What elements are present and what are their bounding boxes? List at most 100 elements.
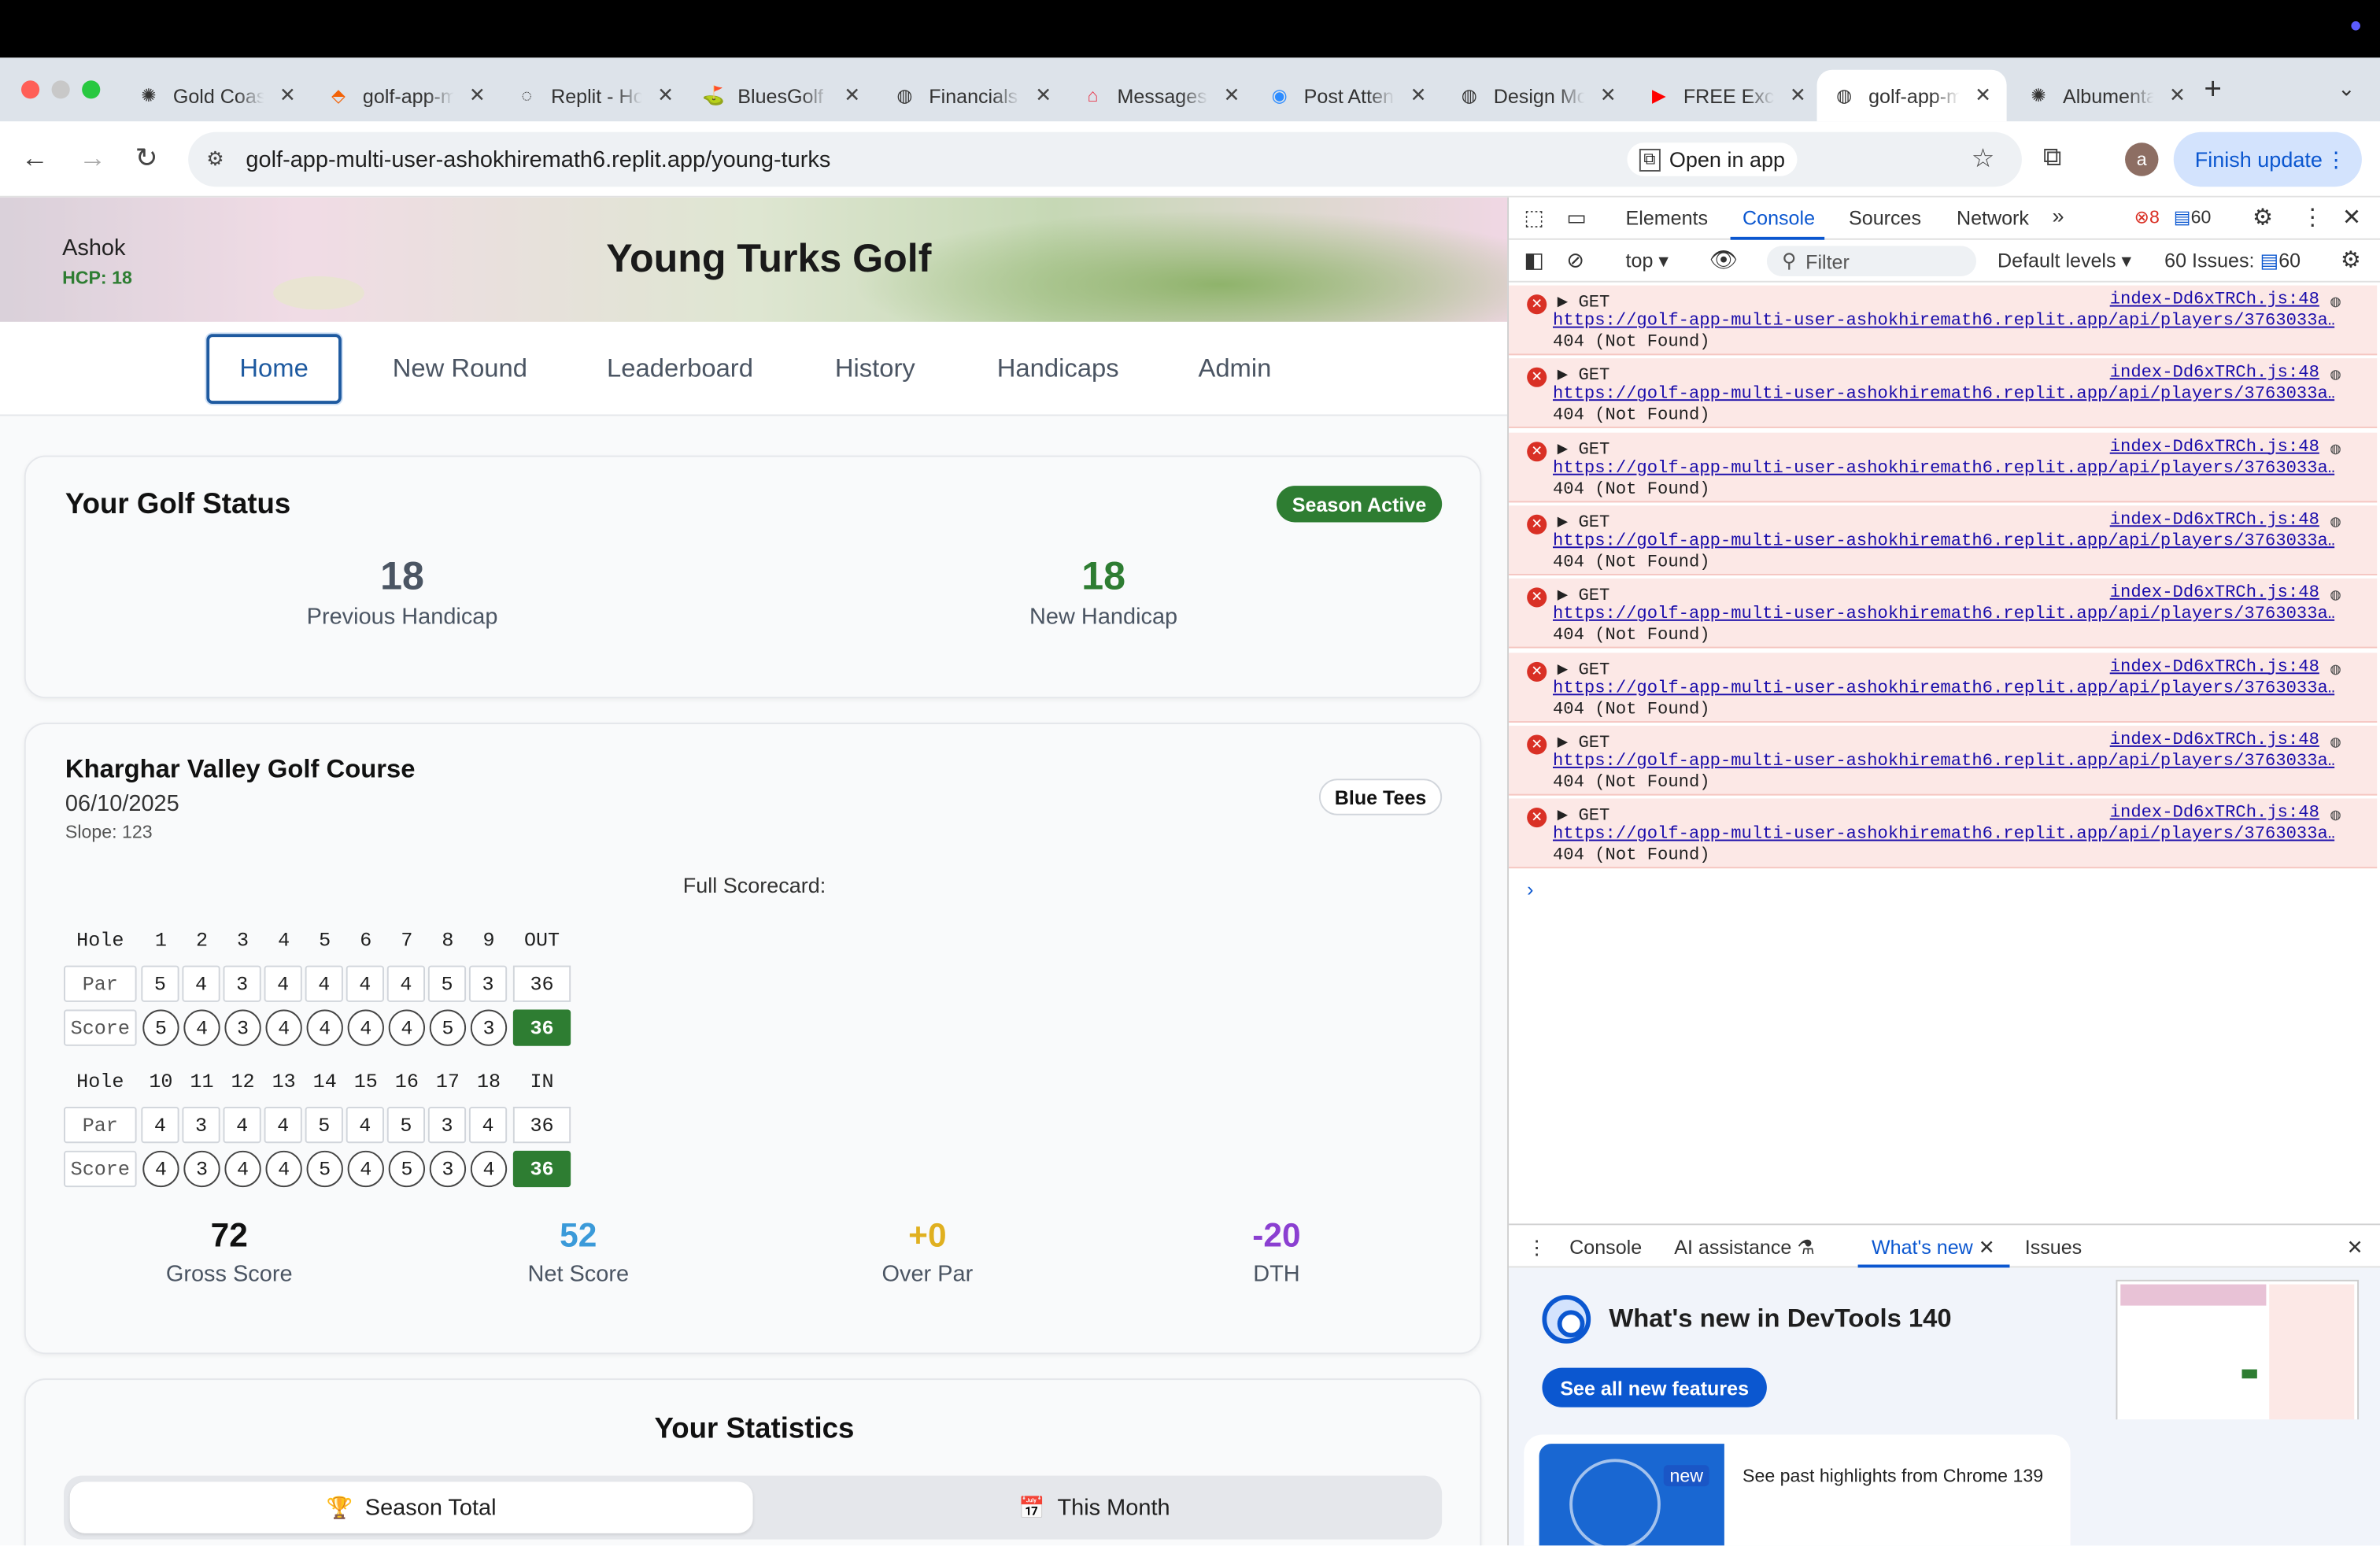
console-error-row[interactable]: ✕ ▶ GET index-Dd6xTRCh.js:48 ◍ https://golf-… — [1509, 725, 2378, 796]
browser-tab[interactable]: ✺ Gold Coast ✕ — [137, 70, 296, 122]
console-error-row[interactable]: ✕ ▶ GET index-Dd6xTRCh.js:48 ◍ https://golf-… — [1509, 505, 2378, 575]
close-tab-icon[interactable]: ✕ — [1600, 83, 1617, 108]
open-in-app-button[interactable]: ⧉ Open in app — [1627, 142, 1798, 176]
source-link[interactable]: index-Dd6xTRCh.js:48 — [2110, 656, 2319, 676]
browser-tab[interactable]: ◍ Financials ✕ — [893, 70, 1051, 122]
close-tab-icon[interactable]: ✕ — [1975, 83, 1991, 108]
console-error-row[interactable]: ✕ ▶ GET index-Dd6xTRCh.js:48 ◍ https://golf-… — [1509, 579, 2378, 649]
browser-tab[interactable]: ⛳ BluesGolf ✕ — [701, 70, 860, 122]
drawer-tab-issues[interactable]: Issues — [2025, 1236, 2082, 1259]
browser-tab[interactable]: ⌂ Messages ✕ — [1081, 70, 1240, 122]
request-url[interactable]: https://golf-app-multi-user-ashokhiremat… — [1553, 751, 2334, 771]
nav-history[interactable]: History — [814, 334, 937, 404]
clear-console-icon[interactable]: ⊘ — [1566, 247, 1584, 273]
sidebar-toggle-icon[interactable]: ◧ — [1524, 247, 1544, 273]
settings-gear-icon[interactable]: ⚙ — [2252, 203, 2273, 231]
console-settings-icon[interactable]: ⚙ — [2341, 246, 2361, 273]
address-bar[interactable]: ⚙ golf-app-multi-user-ashokhiremath6.rep… — [188, 131, 2022, 187]
see-all-features-button[interactable]: See all new features — [1542, 1367, 1767, 1407]
back-icon[interactable]: ← — [21, 142, 49, 175]
browser-tab[interactable]: ◉ Post Attendee ✕ — [1267, 70, 1427, 122]
request-url[interactable]: https://golf-app-multi-user-ashokhiremat… — [1553, 531, 2334, 551]
devtools-tab-network[interactable]: Network — [1957, 206, 2029, 229]
tab-search-icon[interactable]: ⌄ — [2338, 76, 2356, 102]
console-error-row[interactable]: ✕ ▶ GET index-Dd6xTRCh.js:48 ◍ https://golf-… — [1509, 652, 2378, 723]
reload-icon[interactable]: ↻ — [135, 142, 158, 175]
request-url[interactable]: https://golf-app-multi-user-ashokhiremat… — [1553, 824, 2334, 844]
devtools-tab-console[interactable]: Console — [1743, 206, 1815, 229]
whats-new-thumbnail[interactable] — [2116, 1279, 2360, 1441]
console-filter-input[interactable]: ⚲ Filter — [1766, 246, 1977, 277]
message-count-badge[interactable]: ▤60 — [2174, 206, 2212, 227]
request-method[interactable]: ▶ GET — [1558, 364, 1610, 386]
drawer-tab-console[interactable]: Console — [1569, 1236, 1642, 1259]
close-tab-icon[interactable]: ✕ — [279, 83, 296, 108]
zoom-window-button[interactable] — [82, 80, 101, 99]
nav-new-round[interactable]: New Round — [373, 334, 546, 404]
request-method[interactable]: ▶ GET — [1558, 803, 1610, 826]
source-link[interactable]: index-Dd6xTRCh.js:48 — [2110, 803, 2319, 823]
profile-avatar[interactable]: a — [2125, 142, 2159, 176]
request-method[interactable]: ▶ GET — [1558, 730, 1610, 753]
nav-leaderboard[interactable]: Leaderboard — [586, 334, 774, 404]
request-method[interactable]: ▶ GET — [1558, 290, 1610, 313]
browser-tab[interactable]: ✺ Albumentations ✕ — [2027, 70, 2186, 122]
more-tabs-icon[interactable]: » — [2052, 203, 2064, 227]
request-url[interactable]: https://golf-app-multi-user-ashokhiremat… — [1553, 311, 2334, 331]
source-link[interactable]: index-Dd6xTRCh.js:48 — [2110, 730, 2319, 749]
drawer-tab-whats-new[interactable]: What's new ✕ — [1872, 1236, 1995, 1260]
inspect-element-icon[interactable]: ⬚ — [1524, 205, 1544, 231]
log-levels-select[interactable]: Default levels ▾ — [1998, 249, 2131, 273]
nav-admin[interactable]: Admin — [1180, 334, 1291, 404]
browser-tab[interactable]: ◍ golf-app-multi ✕ — [1816, 69, 2007, 122]
this-month-tab[interactable]: 📅 This Month — [753, 1481, 1436, 1533]
site-info-icon[interactable]: ⚙ — [206, 147, 231, 172]
console-prompt-icon[interactable]: › — [1527, 878, 1533, 901]
close-tab-icon[interactable]: ✕ — [1035, 83, 1051, 108]
browser-tab[interactable]: ▶ FREE Excel ✕ — [1647, 70, 1806, 122]
forward-icon[interactable]: → — [79, 142, 106, 175]
close-tab-icon[interactable]: ✕ — [1223, 83, 1240, 108]
close-window-button[interactable] — [21, 80, 40, 99]
console-error-row[interactable]: ✕ ▶ GET index-Dd6xTRCh.js:48 ◍ https://golf-… — [1509, 798, 2378, 869]
browser-tab[interactable]: ◌ Replit - Home ✕ — [515, 70, 674, 122]
nav-home[interactable]: Home — [206, 334, 342, 405]
close-tab-icon[interactable]: ✕ — [657, 83, 674, 108]
close-tab-icon[interactable]: ✕ — [469, 83, 486, 108]
close-drawer-icon[interactable]: ✕ — [2347, 1236, 2363, 1260]
close-tab-icon[interactable]: ✕ — [844, 83, 860, 108]
close-tab-icon[interactable]: ✕ — [2169, 83, 2186, 108]
request-url[interactable]: https://golf-app-multi-user-ashokhiremat… — [1553, 678, 2334, 697]
nav-handicaps[interactable]: Handicaps — [976, 334, 1140, 404]
close-tab-icon[interactable]: ✕ — [1410, 83, 1427, 108]
finish-update-button[interactable]: Finish update ⋮ — [2173, 131, 2362, 187]
source-link[interactable]: index-Dd6xTRCh.js:48 — [2110, 364, 2319, 383]
request-url[interactable]: https://golf-app-multi-user-ashokhiremat… — [1553, 458, 2334, 478]
new-tab-button[interactable]: + — [2204, 73, 2222, 108]
extensions-icon[interactable]: ⧉ — [2043, 142, 2061, 173]
console-error-row[interactable]: ✕ ▶ GET index-Dd6xTRCh.js:48 ◍ https://golf-… — [1509, 358, 2378, 429]
drawer-tab-ai-assistance[interactable]: AI assistance ⚗ — [1674, 1236, 1815, 1260]
close-tab-icon[interactable]: ✕ — [1790, 83, 1806, 108]
close-tab-icon[interactable]: ✕ — [1979, 1236, 1995, 1259]
request-method[interactable]: ▶ GET — [1558, 510, 1610, 533]
request-method[interactable]: ▶ GET — [1558, 583, 1610, 606]
devtools-menu-icon[interactable]: ⋮ — [2301, 203, 2324, 231]
season-total-tab[interactable]: 🏆 Season Total — [69, 1481, 753, 1533]
console-error-row[interactable]: ✕ ▶ GET index-Dd6xTRCh.js:48 ◍ https://golf-… — [1509, 431, 2378, 502]
issues-link[interactable]: 60 Issues: ▤60 — [2164, 249, 2301, 273]
bookmark-star-icon[interactable]: ☆ — [1972, 144, 1994, 175]
context-select[interactable]: top ▾ — [1626, 249, 1669, 273]
close-devtools-icon[interactable]: ✕ — [2342, 203, 2361, 231]
request-url[interactable]: https://golf-app-multi-user-ashokhiremat… — [1553, 385, 2334, 405]
devtools-tab-sources[interactable]: Sources — [1849, 206, 1921, 229]
source-link[interactable]: index-Dd6xTRCh.js:48 — [2110, 437, 2319, 457]
request-url[interactable]: https://golf-app-multi-user-ashokhiremat… — [1553, 605, 2334, 624]
minimize-window-button[interactable] — [51, 80, 70, 99]
request-method[interactable]: ▶ GET — [1558, 656, 1610, 679]
request-method[interactable]: ▶ GET — [1558, 437, 1610, 460]
browser-tab[interactable]: ⬘ golf-app-multi ✕ — [327, 70, 486, 122]
drawer-menu-icon[interactable]: ⋮ — [1527, 1236, 1547, 1260]
browser-tab[interactable]: ◍ Design Mode ✕ — [1457, 70, 1617, 122]
devtools-tab-elements[interactable]: Elements — [1626, 206, 1709, 229]
